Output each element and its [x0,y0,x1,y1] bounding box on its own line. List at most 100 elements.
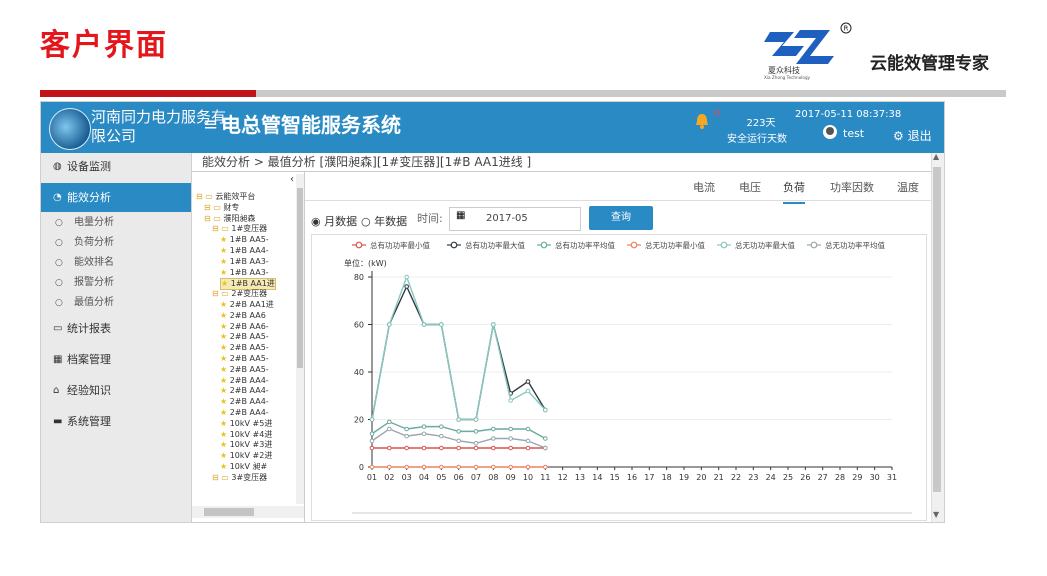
calendar-icon: ▦ [456,210,466,221]
x-tick-label: 26 [800,473,810,482]
x-tick-label: 07 [471,473,481,482]
run-days-label: 安全运行天数 [727,134,787,145]
system-title: 电总管智能服务系统 [221,113,401,137]
x-tick-label: 17 [644,473,654,482]
tree-node[interactable]: ★ 2#B AA4- [220,408,269,418]
legend-label: 总有功功率平均值 [555,240,615,250]
tree-node-label: 2#B AA4- [229,408,269,417]
data-point [439,445,444,451]
tree-node[interactable]: ⊟ ▭ 濮阳昶森 [204,214,255,224]
data-point [387,464,392,470]
data-point [387,445,392,451]
sidebar-subitem-electricity[interactable]: ○ 电量分析 [41,213,191,233]
user-name[interactable]: test [843,127,864,140]
tree-node[interactable]: ⊟ ▭ 3#变压器 [212,473,267,483]
sidebar-subitem-alarm[interactable]: ○ 报警分析 [41,273,191,293]
x-tick-label: 21 [714,473,724,482]
slide-title: 客户界面 [40,28,168,63]
gear-icon: ⚙ [893,129,908,143]
sidebar-subitem-label: 电量分析 [74,217,114,228]
data-point [387,322,392,327]
tree-node[interactable]: ★ 2#B AA4- [220,386,269,396]
tree-node[interactable]: ★ 2#B AA4- [220,376,269,386]
x-tick-label: 23 [748,473,758,482]
tree-node[interactable]: ★ 1#B AA4- [220,246,269,256]
sidebar-subitem-extreme[interactable]: ○ 最值分析 [41,293,191,313]
sidebar-item-archives[interactable]: ▦ 档案管理 [41,346,191,373]
tab-voltage[interactable]: 电压 [739,179,761,195]
tree-node[interactable]: ★ 10kV #5进 [220,419,272,429]
y-tick-label: 0 [359,463,364,472]
tree-node[interactable]: ★ 2#B AA5- [220,365,269,375]
folder-icon: ⊟ ▭ [212,224,232,234]
tree-node[interactable]: ★ 2#B AA6- [220,322,269,332]
sidebar-item-device-monitor[interactable]: ◍ 设备监测 [41,153,191,180]
data-point [369,464,375,470]
tree-node[interactable]: ★ 10kV #4进 [220,430,272,440]
collapse-tree-icon[interactable]: ‹ [290,174,294,185]
scroll-down-icon[interactable]: ▼ [933,510,939,519]
sidebar-item-knowledge[interactable]: ⌂ 经验知识 [41,377,191,404]
sidebar: ◍ 设备监测 ◔ 能效分析 ○ 电量分析 ○ 负荷分析 ○ 能效排名 ○ 报警分… [41,153,192,522]
radio-month[interactable]: ◉ 月数据 [311,213,357,229]
sidebar-subitem-load[interactable]: ○ 负荷分析 [41,233,191,253]
avatar[interactable] [823,125,837,139]
tree-node[interactable]: ★ 1#B AA3- [220,268,269,278]
tree-hscroll-thumb[interactable] [204,508,254,516]
star-icon: ★ [220,451,230,461]
bell-icon[interactable] [693,112,711,130]
scroll-up-icon[interactable]: ▲ [933,152,939,161]
query-button[interactable]: 查询 [589,206,653,230]
tree-node-label: 财专 [223,202,240,212]
tree-node[interactable]: ★ 10kV 昶# [220,462,267,472]
menu-toggle-icon[interactable]: ≡ [203,114,218,135]
sidebar-item-reports[interactable]: ▭ 统计报表 [41,315,191,342]
tree-node[interactable]: ⊟ ▭ 财专 [204,203,239,213]
folder-icon: ⊟ ▭ [196,192,216,201]
tab-current[interactable]: 电流 [693,179,715,195]
tree-node[interactable]: ★ 2#B AA6 [220,311,266,321]
star-icon: ★ [220,321,230,331]
sidebar-item-system[interactable]: ▬ 系统管理 [41,408,191,435]
tab-temperature[interactable]: 温度 [897,179,919,195]
x-tick-label: 27 [818,473,828,482]
accent-bar-red [40,90,256,97]
x-tick-label: 02 [384,473,394,482]
tree-node[interactable]: ★ 1#B AA5- [220,235,269,245]
data-point [473,417,479,422]
x-tick-label: 04 [419,473,429,482]
x-tick-label: 28 [835,473,845,482]
star-icon: ★ [220,235,230,245]
tree-node[interactable]: ⊟ ▭ 云能效平台 [196,192,255,202]
tree-node[interactable]: ★ 2#B AA5- [220,354,269,364]
device-tree: ‹ ⊟ ▭ 云能效平台 ⊟ ▭ 财专 ⊟ ▭ 濮阳昶森 ⊟ ▭ 1#变压器 ★ 1#B … [192,172,305,522]
sidebar-item-energy-analysis[interactable]: ◔ 能效分析 [41,183,191,212]
unit-label: 单位：(kW) [344,258,387,268]
tree-node[interactable]: ★ 2#B AA1进 [220,300,274,310]
tree-node[interactable]: ⊟ ▭ 2#变压器 [212,289,267,299]
sidebar-subitem-ranking[interactable]: ○ 能效排名 [41,253,191,273]
tree-node[interactable]: ★ 2#B AA4- [220,397,269,407]
tab-power-factor[interactable]: 功率因数 [830,179,874,195]
tree-node[interactable]: ★ 10kV #3进 [220,440,272,450]
tree-node[interactable]: ★ 2#B AA5- [220,332,269,342]
page-scroll-thumb[interactable] [933,167,941,492]
sidebar-subitem-label: 报警分析 [74,277,114,288]
x-tick-label: 19 [679,473,689,482]
tree-node[interactable]: ★ 10kV #2进 [220,451,272,461]
app-window: 河南同力电力服务有限公司 ≡ 电总管智能服务系统 0 223天 安全运行天数 2… [40,101,945,523]
sidebar-item-label: 设备监测 [67,160,111,173]
series-line [371,274,546,421]
tree-node[interactable]: ★ 1#B AA3- [220,257,269,267]
data-point [404,433,409,439]
tree-node[interactable]: ★ 2#B AA5- [220,343,269,353]
tree-scroll-thumb[interactable] [297,188,303,368]
legend-label: 总有功功率最小值 [370,240,430,250]
tree-node[interactable]: ⊟ ▭ 1#变压器 [212,224,267,234]
tab-load[interactable]: 负荷 [783,179,805,204]
logout-button[interactable]: ⚙ 退出 [893,127,932,144]
radio-year[interactable]: ○ 年数据 [361,213,407,229]
tree-node-label: 2#B AA6- [229,321,269,331]
tree-node-label: 1#B AA1进 [230,279,275,289]
data-point [404,274,409,280]
